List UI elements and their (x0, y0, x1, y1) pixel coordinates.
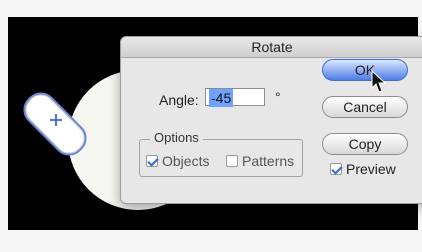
preview-checkbox[interactable] (330, 163, 342, 175)
preview-label: Preview (346, 161, 396, 177)
cancel-button[interactable]: Cancel (322, 96, 408, 118)
objects-checkbox[interactable] (146, 155, 158, 167)
patterns-checkbox[interactable] (226, 155, 238, 167)
copy-button[interactable]: Copy (322, 133, 408, 155)
screen-frame: Rotate Angle: -45 ° Options Objects Patt… (0, 0, 422, 252)
objects-checkbox-row[interactable]: Objects (146, 153, 209, 169)
preview-checkbox-row[interactable]: Preview (330, 161, 396, 177)
options-title: Options (150, 130, 203, 145)
rotate-dialog: Rotate Angle: -45 ° Options Objects Patt… (120, 36, 422, 204)
dialog-title: Rotate (251, 39, 293, 55)
patterns-label: Patterns (242, 153, 295, 169)
angle-input[interactable]: -45 (205, 88, 265, 107)
ok-button[interactable]: OK (322, 59, 408, 81)
pointer-arrow-icon (371, 70, 387, 93)
crosshair-center-icon (50, 114, 62, 126)
patterns-checkbox-row[interactable]: Patterns (226, 153, 294, 169)
angle-unit: ° (275, 89, 281, 105)
dialog-titlebar: Rotate (121, 37, 422, 58)
objects-label: Objects (162, 153, 210, 169)
options-group: Options Objects Patterns (139, 130, 303, 177)
angle-value[interactable]: -45 (209, 89, 234, 107)
angle-label: Angle: (159, 92, 199, 108)
